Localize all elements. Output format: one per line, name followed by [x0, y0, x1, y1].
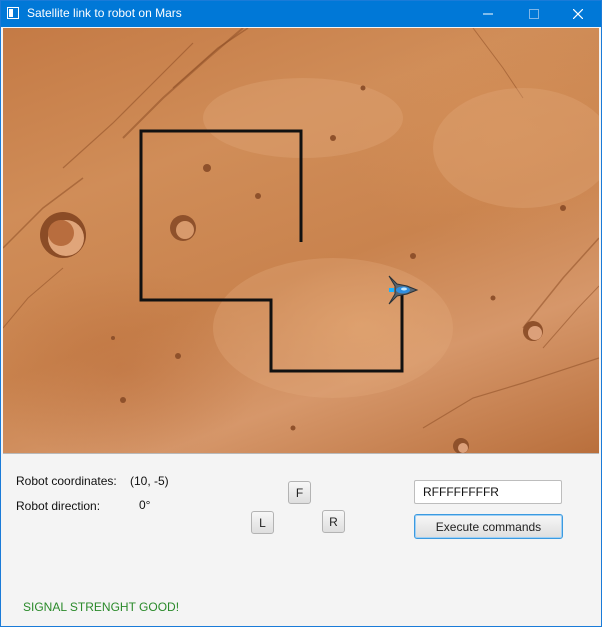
minimize-button[interactable]	[465, 1, 511, 27]
direction-label: Robot direction:	[16, 499, 101, 513]
maximize-button[interactable]	[511, 1, 557, 27]
signal-status: SIGNAL STRENGHT GOOD!	[23, 600, 180, 614]
forward-button[interactable]: F	[288, 481, 311, 504]
command-input[interactable]: RFFFFFFFFR	[414, 480, 562, 504]
window-title: Satellite link to robot on Mars	[27, 6, 182, 20]
execute-commands-button[interactable]: Execute commands	[414, 514, 563, 539]
title-bar[interactable]: Satellite link to robot on Mars	[1, 1, 601, 27]
minimize-icon	[483, 13, 493, 15]
coordinates-value: (10, -5)	[130, 474, 169, 488]
right-button[interactable]: R	[322, 510, 345, 533]
left-button[interactable]: L	[251, 511, 274, 534]
coordinates-label: Robot coordinates:	[16, 474, 117, 488]
mars-map	[3, 28, 599, 454]
control-panel: Robot coordinates: (10, -5) Robot direct…	[1, 454, 601, 626]
direction-value: 0°	[139, 498, 151, 512]
maximize-icon	[529, 9, 539, 19]
app-window: Satellite link to robot on Mars Robot co…	[0, 0, 602, 627]
mars-terrain	[3, 28, 599, 453]
close-button[interactable]	[555, 1, 601, 27]
app-icon	[7, 7, 19, 19]
close-icon	[573, 9, 583, 19]
